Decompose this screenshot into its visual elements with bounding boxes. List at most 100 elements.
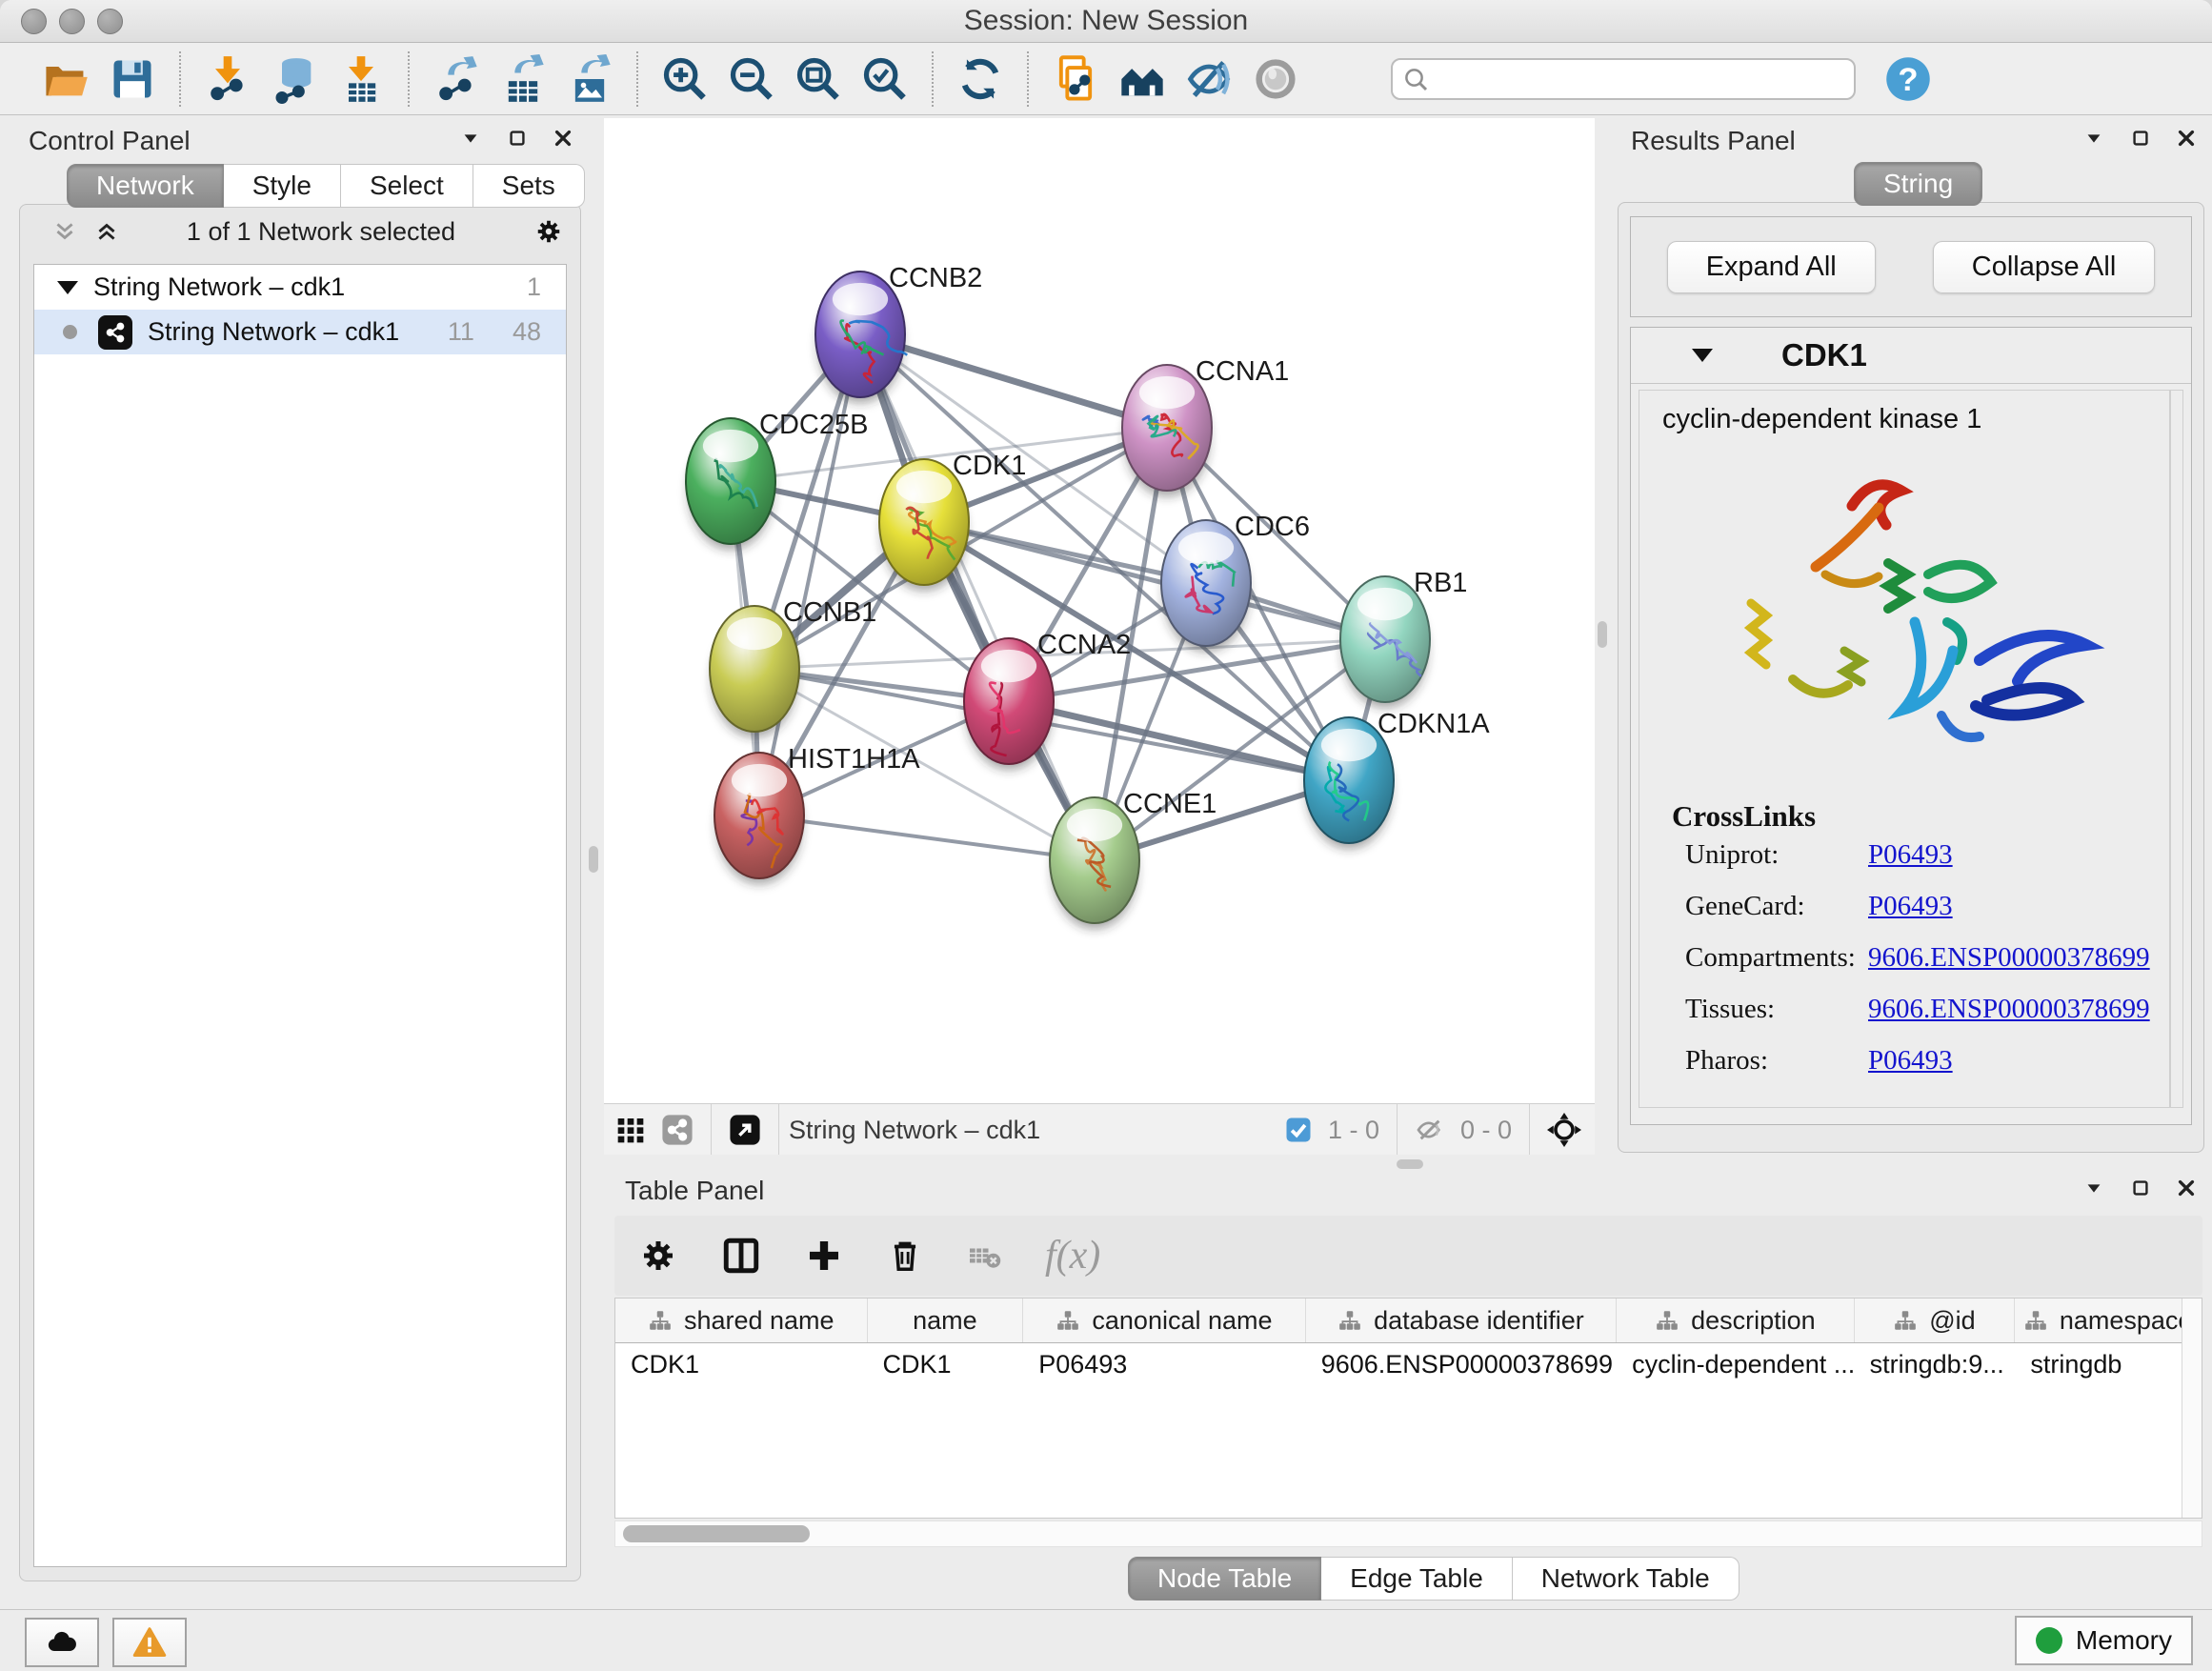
delete-column-icon[interactable] — [887, 1238, 923, 1274]
entry-description: cyclin-dependent kinase 1 — [1639, 391, 2182, 435]
zoom-fit-icon[interactable] — [791, 51, 846, 107]
function-builder-icon[interactable]: f(x) — [1045, 1233, 1100, 1278]
horizontal-splitter[interactable] — [604, 1155, 2212, 1174]
crosslinks-title: CrossLinks — [1672, 799, 2182, 834]
crosslink-link[interactable]: P06493 — [1868, 891, 1953, 922]
node-label-CCNA2: CCNA2 — [1037, 630, 1131, 660]
import-table-icon[interactable] — [333, 51, 389, 107]
table-panel-close-icon[interactable] — [2172, 1174, 2201, 1202]
column-header--id[interactable]: @id — [1855, 1299, 2016, 1342]
help-icon[interactable]: ? — [1880, 51, 1936, 107]
network-style-icon[interactable] — [661, 1114, 694, 1146]
column-header-shared-name[interactable]: shared name — [615, 1299, 868, 1342]
zoom-out-icon[interactable] — [724, 51, 779, 107]
control-panel-float-icon[interactable] — [503, 124, 532, 152]
column-header-name[interactable]: name — [868, 1299, 1024, 1342]
import-network-database-icon[interactable] — [267, 51, 322, 107]
birds-eye-view-icon[interactable] — [729, 1114, 761, 1146]
string-home-icon[interactable] — [1115, 51, 1170, 107]
left-split-handle[interactable] — [589, 846, 598, 873]
network-tree: String Network – cdk1 1 String Network –… — [33, 264, 567, 1567]
tab-network-table[interactable]: Network Table — [1513, 1557, 1739, 1601]
save-session-icon[interactable] — [105, 51, 160, 107]
enhanced-graphics-icon[interactable] — [1181, 51, 1237, 107]
show-graphics-icon[interactable] — [1248, 51, 1303, 107]
expand-all-button[interactable]: Expand All — [1667, 241, 1876, 293]
memory-status-dot — [2036, 1627, 2062, 1654]
network-row[interactable]: String Network – cdk1 1148 — [34, 310, 566, 354]
cloud-status-button[interactable] — [25, 1618, 99, 1667]
clone-network-icon[interactable] — [1048, 51, 1103, 107]
column-header-description[interactable]: description — [1617, 1299, 1855, 1342]
zoom-in-icon[interactable] — [657, 51, 713, 107]
refresh-icon[interactable] — [953, 51, 1008, 107]
horizontal-split-handle[interactable] — [1397, 1159, 1423, 1169]
tab-network[interactable]: Network — [67, 164, 224, 208]
control-panel-menu-icon[interactable] — [456, 124, 485, 152]
selected-checkbox-icon[interactable] — [1284, 1116, 1313, 1144]
collapse-all-button[interactable]: Collapse All — [1933, 241, 2156, 293]
tab-node-table[interactable]: Node Table — [1128, 1557, 1321, 1601]
column-header-namespace[interactable]: namespace — [2015, 1299, 2202, 1342]
collapse-all-networks-icon[interactable] — [50, 217, 79, 246]
table-cell[interactable]: 9606.ENSP00000378699 — [1306, 1343, 1617, 1385]
add-column-icon[interactable] — [805, 1237, 843, 1275]
network-current-dot — [63, 325, 77, 339]
svg-text:?: ? — [1898, 61, 1918, 97]
tab-style[interactable]: Style — [224, 164, 341, 208]
network-collection-row[interactable]: String Network – cdk1 1 — [34, 265, 566, 310]
expand-all-networks-icon[interactable] — [92, 217, 121, 246]
network-canvas[interactable]: CCNB2CCNA1CDC25BCDK1CDC6RB1CCNB1CCNA2CDK… — [604, 118, 1595, 1103]
control-panel: Control Panel Network Style Select Sets … — [8, 120, 587, 1587]
table-panel-menu-icon[interactable] — [2080, 1174, 2108, 1202]
table-horizontal-scrollbar[interactable] — [614, 1520, 2202, 1547]
results-panel-close-icon[interactable] — [2172, 124, 2201, 152]
open-session-icon[interactable] — [38, 51, 93, 107]
table-vertical-scrollbar[interactable] — [2182, 1299, 2202, 1518]
table-cell[interactable]: CDK1 — [615, 1343, 868, 1385]
table-settings-gear-icon[interactable] — [639, 1237, 677, 1275]
table-cell[interactable]: P06493 — [1023, 1343, 1305, 1385]
export-table-icon[interactable] — [495, 51, 551, 107]
control-panel-close-icon[interactable] — [549, 124, 577, 152]
export-image-icon[interactable] — [562, 51, 617, 107]
export-network-icon[interactable] — [429, 51, 484, 107]
zoom-selected-icon[interactable] — [857, 51, 913, 107]
table-cell[interactable]: stringdb — [2015, 1343, 2202, 1385]
hidden-eye-icon[interactable] — [1415, 1115, 1445, 1145]
import-network-file-icon[interactable] — [200, 51, 255, 107]
crosslink-link[interactable]: P06493 — [1868, 839, 1953, 871]
node-label-CDC25B: CDC25B — [759, 410, 868, 440]
tab-edge-table[interactable]: Edge Table — [1321, 1557, 1513, 1601]
crosslink-link[interactable]: 9606.ENSP00000378699 — [1868, 942, 2150, 974]
right-split-handle[interactable] — [1598, 621, 1607, 648]
results-panel-float-icon[interactable] — [2126, 124, 2155, 152]
grid-view-icon[interactable] — [615, 1115, 646, 1145]
search-input[interactable] — [1391, 58, 1856, 100]
crosslink-link[interactable]: P06493 — [1868, 1045, 1953, 1077]
table-panel-float-icon[interactable] — [2126, 1174, 2155, 1202]
warning-status-button[interactable] — [112, 1618, 187, 1667]
table-cell[interactable]: stringdb:9... — [1855, 1343, 2016, 1385]
collection-label: String Network – cdk1 — [93, 272, 345, 302]
node-label-HIST1H1A: HIST1H1A — [788, 744, 920, 775]
table-row[interactable]: CDK1CDK1P064939606.ENSP00000378699cyclin… — [615, 1343, 2202, 1385]
column-header-database-identifier[interactable]: database identifier — [1306, 1299, 1617, 1342]
delete-table-icon[interactable] — [967, 1238, 1001, 1273]
table-cell[interactable]: CDK1 — [868, 1343, 1024, 1385]
tab-select[interactable]: Select — [341, 164, 473, 208]
memory-button[interactable]: Memory — [2015, 1616, 2193, 1665]
tab-sets[interactable]: Sets — [473, 164, 585, 208]
tab-string-results[interactable]: String — [1854, 162, 1982, 206]
results-panel-menu-icon[interactable] — [2080, 124, 2108, 152]
show-columns-icon[interactable] — [721, 1236, 761, 1276]
column-header-canonical-name[interactable]: canonical name — [1023, 1299, 1305, 1342]
hscroll-thumb[interactable] — [623, 1525, 810, 1542]
fit-content-crosshair-icon[interactable] — [1547, 1113, 1581, 1147]
crosslink-link[interactable]: 9606.ENSP00000378699 — [1868, 994, 2150, 1025]
collection-expand-icon[interactable] — [57, 281, 78, 294]
entry-collapse-icon[interactable] — [1692, 349, 1713, 362]
network-options-gear-icon[interactable] — [534, 217, 563, 246]
table-cell[interactable]: cyclin-dependent ... — [1617, 1343, 1855, 1385]
network-view-toolbar: String Network – cdk1 1 - 0 0 - 0 — [604, 1103, 1595, 1156]
